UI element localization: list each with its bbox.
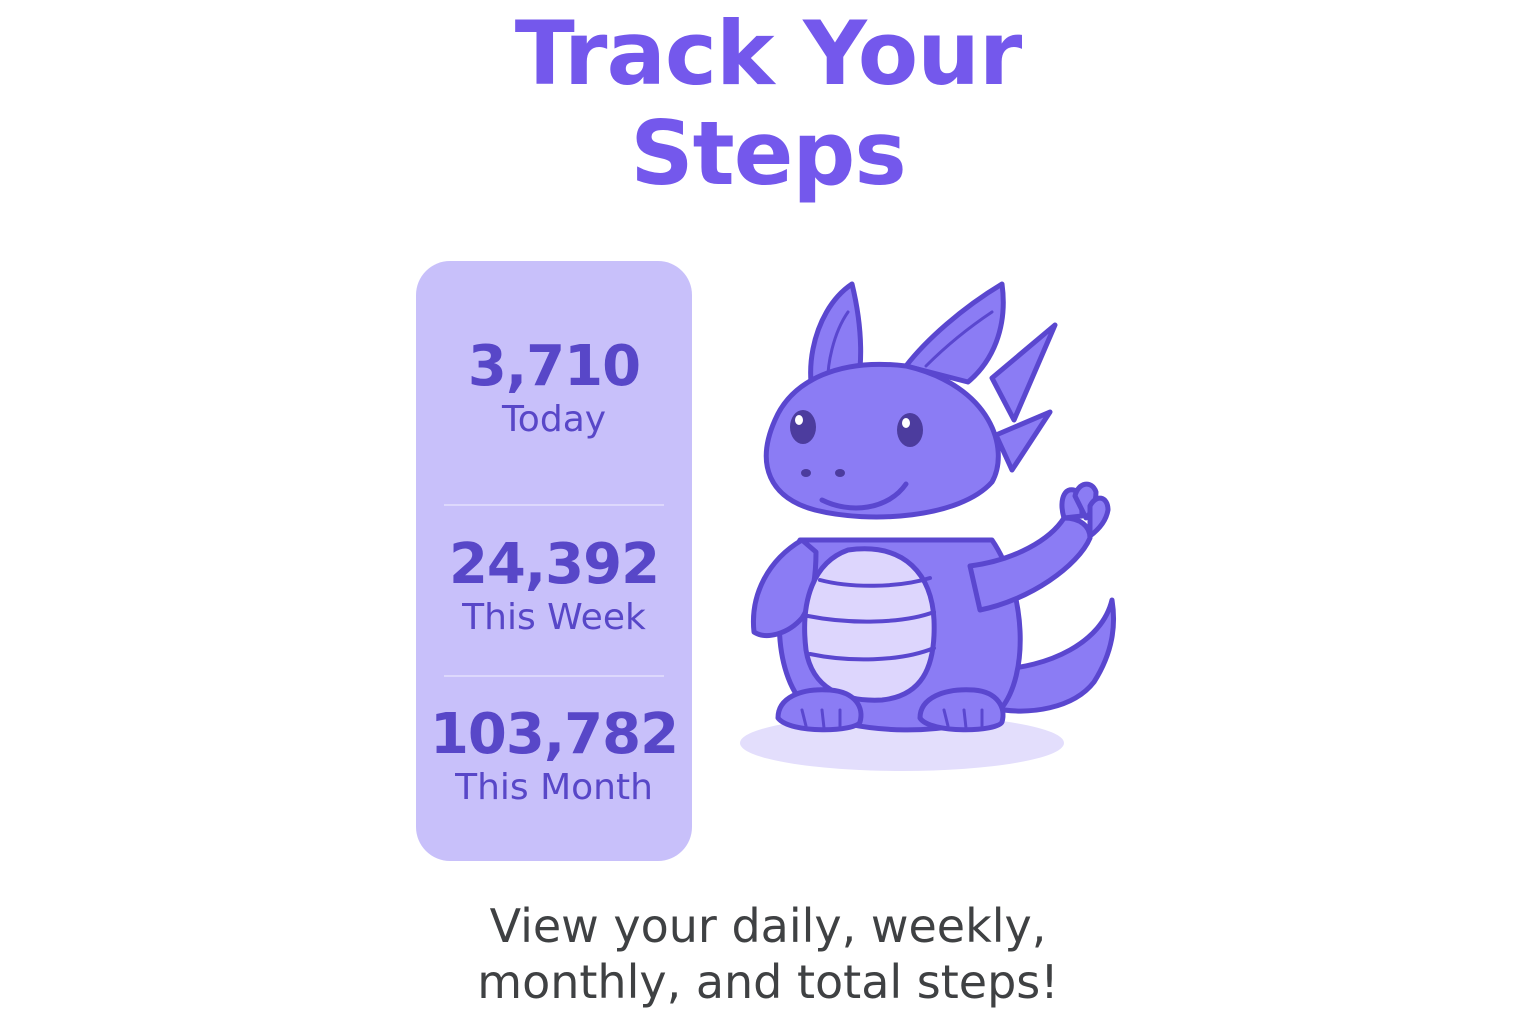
stat-month-label: This Month (455, 767, 653, 808)
stat-month: 103,782 This Month (416, 704, 692, 810)
stat-divider (444, 675, 664, 677)
stat-week-label: This Week (462, 597, 646, 638)
feature-caption-line-1: View your daily, weekly, (489, 899, 1047, 953)
stat-week: 24,392 This Week (416, 534, 692, 640)
step-tracker-screen: Track Your Steps 3,710 Today 24,392 This… (0, 0, 1536, 1024)
page-title-line-1: Track Your (514, 2, 1023, 105)
stat-today-value: 3,710 (467, 334, 641, 399)
stat-divider (444, 504, 664, 506)
page-title-line-2: Steps (630, 102, 907, 205)
stat-today-label: Today (501, 399, 607, 440)
stat-month-value: 103,782 (429, 702, 679, 767)
stat-week-value: 24,392 (448, 532, 660, 597)
dragon-mascot-icon (740, 281, 1116, 771)
feature-caption: View your daily, weekly, monthly, and to… (0, 898, 1536, 1010)
feature-caption-line-2: monthly, and total steps! (477, 955, 1059, 1009)
page-title: Track Your Steps (0, 4, 1536, 204)
stat-today: 3,710 Today (416, 336, 692, 442)
step-stats-card: 3,710 Today 24,392 This Week 103,782 Thi… (416, 261, 692, 861)
